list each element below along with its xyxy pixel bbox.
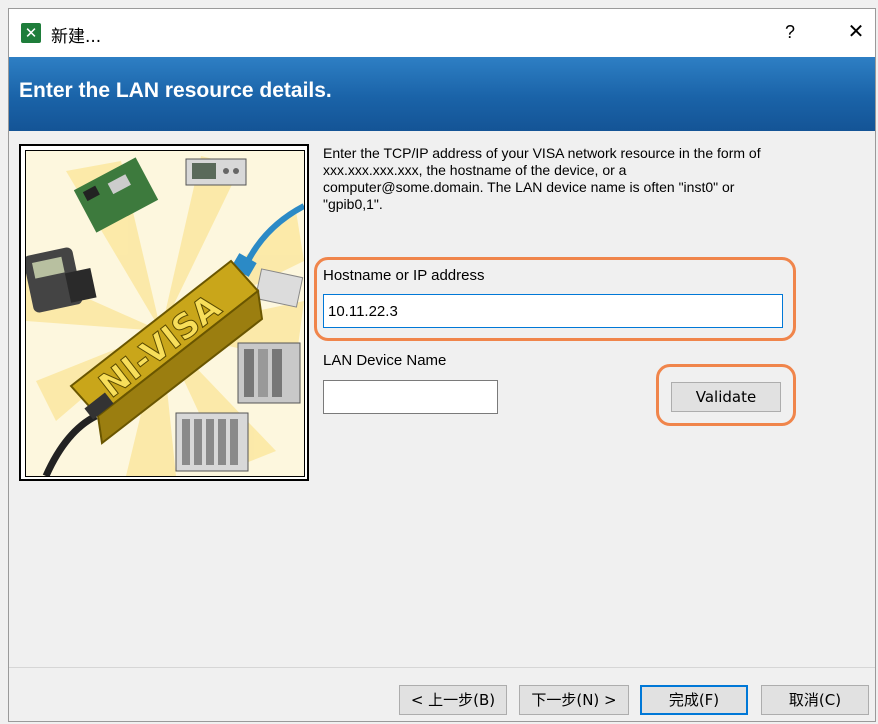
header-banner: Enter the LAN resource details. [9, 57, 875, 131]
hostname-label: Hostname or IP address [323, 267, 485, 284]
close-button[interactable]: ✕ [841, 17, 871, 47]
footer-separator [9, 667, 875, 668]
illustration-frame: NI-VISA [23, 150, 306, 478]
module-icon [254, 268, 304, 308]
dialog-window: ✕ 新建... ? ✕ Enter the LAN resource detai… [8, 8, 876, 722]
lan-device-name-label: LAN Device Name [323, 352, 447, 369]
window-title: 新建... [51, 27, 102, 47]
next-button[interactable]: 下一步(N) > [519, 685, 629, 715]
finish-button[interactable]: 完成(F) [640, 685, 748, 715]
pxi-chassis-icon [237, 342, 301, 404]
back-button[interactable]: < 上一步(B) [399, 685, 507, 715]
cancel-button[interactable]: 取消(C) [761, 685, 869, 715]
hostname-input[interactable] [323, 294, 783, 328]
banner-title: Enter the LAN resource details. [19, 79, 332, 102]
instructions-text: Enter the TCP/IP address of your VISA ne… [323, 145, 761, 212]
oscilloscope-icon [185, 158, 247, 186]
ni-visa-illustration: NI-VISA [19, 144, 309, 481]
rack-chassis-icon [175, 412, 249, 472]
ni-visa-artwork: NI-VISA [23, 156, 306, 478]
title-bar: ✕ 新建... ? ✕ [9, 9, 875, 57]
validate-button[interactable]: Validate [671, 382, 781, 412]
excel-app-icon: ✕ [21, 23, 41, 43]
lan-device-name-input[interactable] [323, 380, 498, 414]
help-button[interactable]: ? [775, 17, 805, 47]
